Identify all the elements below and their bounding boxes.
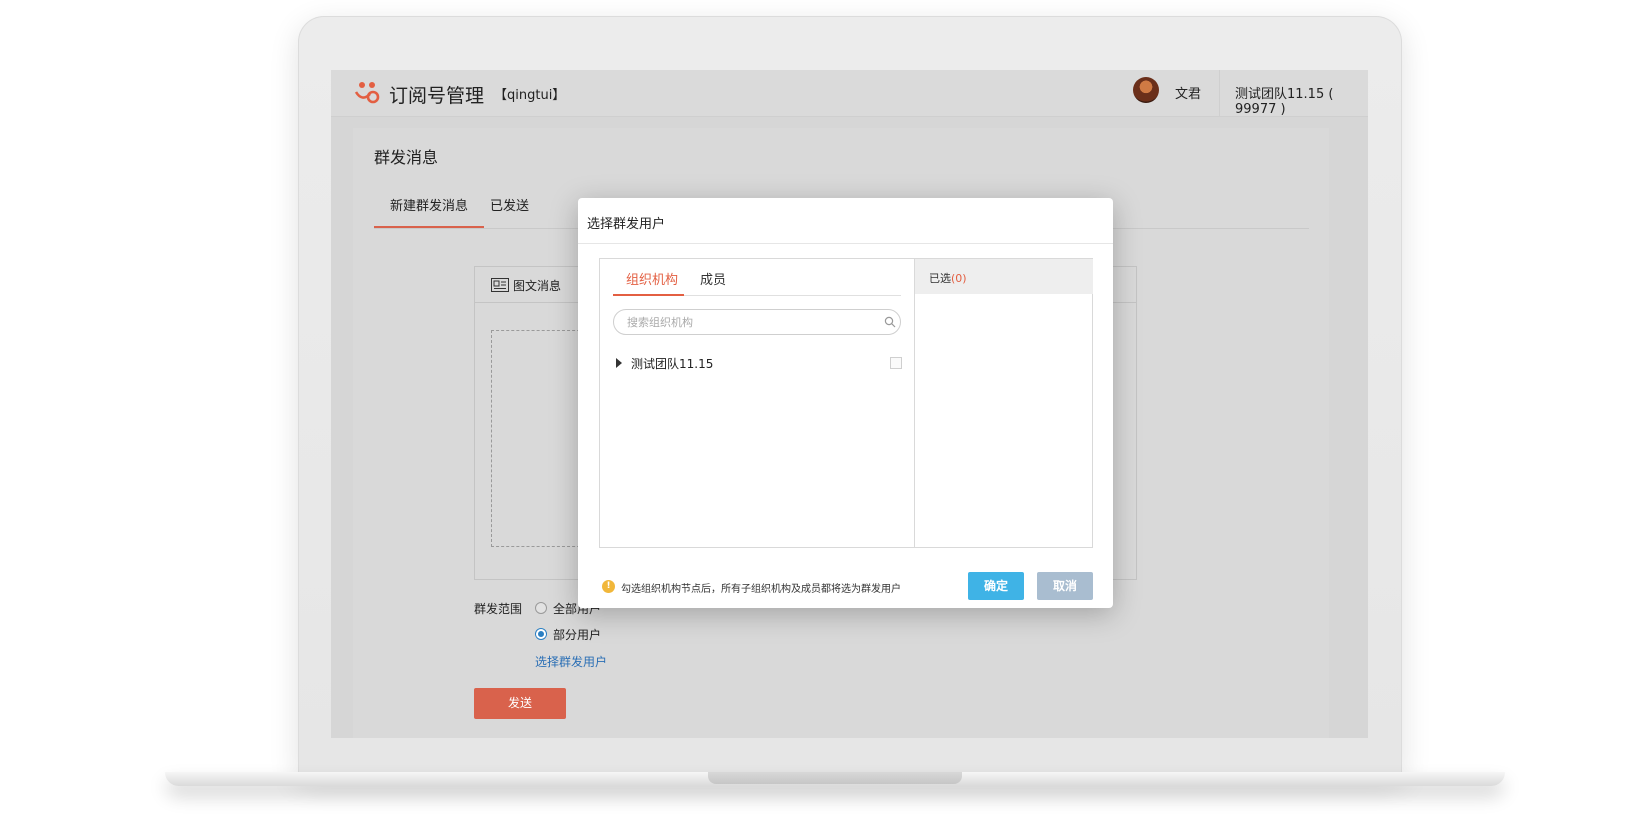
page-title: 群发消息 [374, 148, 439, 167]
tab-members[interactable]: 成员 [700, 269, 726, 288]
search-icon[interactable] [884, 316, 896, 328]
expand-arrow-icon[interactable] [616, 358, 622, 368]
tree-node-checkbox[interactable] [890, 357, 902, 369]
dialog-header-divider [578, 243, 1113, 244]
tab-organization[interactable]: 组织机构 [626, 269, 678, 288]
app-title: 订阅号管理 [389, 85, 485, 107]
tab-new-broadcast[interactable]: 新建群发消息 [373, 195, 485, 229]
org-search-input[interactable] [613, 309, 901, 335]
send-button[interactable]: 发送 [474, 688, 566, 719]
app-logo-icon [354, 82, 380, 104]
user-picker: 组织机构 成员 测试团队11.15 已选(0) [599, 258, 1093, 548]
tree-node-label[interactable]: 测试团队11.15 [631, 355, 713, 372]
radio-partial-users[interactable] [535, 628, 547, 640]
selected-panel-header: 已选(0) [915, 259, 1093, 294]
selected-count: (0) [951, 272, 967, 285]
news-icon [491, 278, 509, 292]
top-bar: 订阅号管理 【qingtui】 文君 测试团队11.15 ( 99977 ) [331, 70, 1368, 117]
user-name[interactable]: 文君 [1175, 83, 1201, 102]
warning-icon: ! [602, 580, 615, 593]
active-tab-indicator [613, 294, 684, 296]
select-users-link[interactable]: 选择群发用户 [535, 653, 607, 670]
selected-label: 已选(0) [929, 270, 967, 286]
range-label: 群发范围 [474, 602, 523, 616]
picker-divider [914, 259, 915, 547]
cancel-button[interactable]: 取消 [1037, 572, 1093, 600]
team-switcher[interactable]: 测试团队11.15 ( 99977 ) [1235, 83, 1368, 117]
dialog-title: 选择群发用户 [587, 217, 666, 232]
hint-text: 勾选组织机构节点后，所有子组织机构及成员都将选为群发用户 [621, 584, 901, 595]
laptop-notch [708, 772, 962, 784]
tab-rich-message[interactable]: 图文消息 [513, 277, 561, 294]
account-tag: 【qingtui】 [494, 88, 566, 103]
confirm-button[interactable]: 确定 [968, 572, 1024, 600]
select-users-dialog: 选择群发用户 组织机构 成员 测试团队11.15 已选(0) ! 勾选组织机构节… [578, 198, 1113, 608]
avatar[interactable] [1133, 77, 1159, 103]
tab-sent[interactable]: 已发送 [490, 195, 529, 214]
divider [1219, 70, 1220, 117]
selected-label-text: 已选 [929, 272, 951, 285]
radio-partial-users-label[interactable]: 部分用户 [553, 626, 601, 643]
radio-all-users[interactable] [535, 602, 547, 614]
